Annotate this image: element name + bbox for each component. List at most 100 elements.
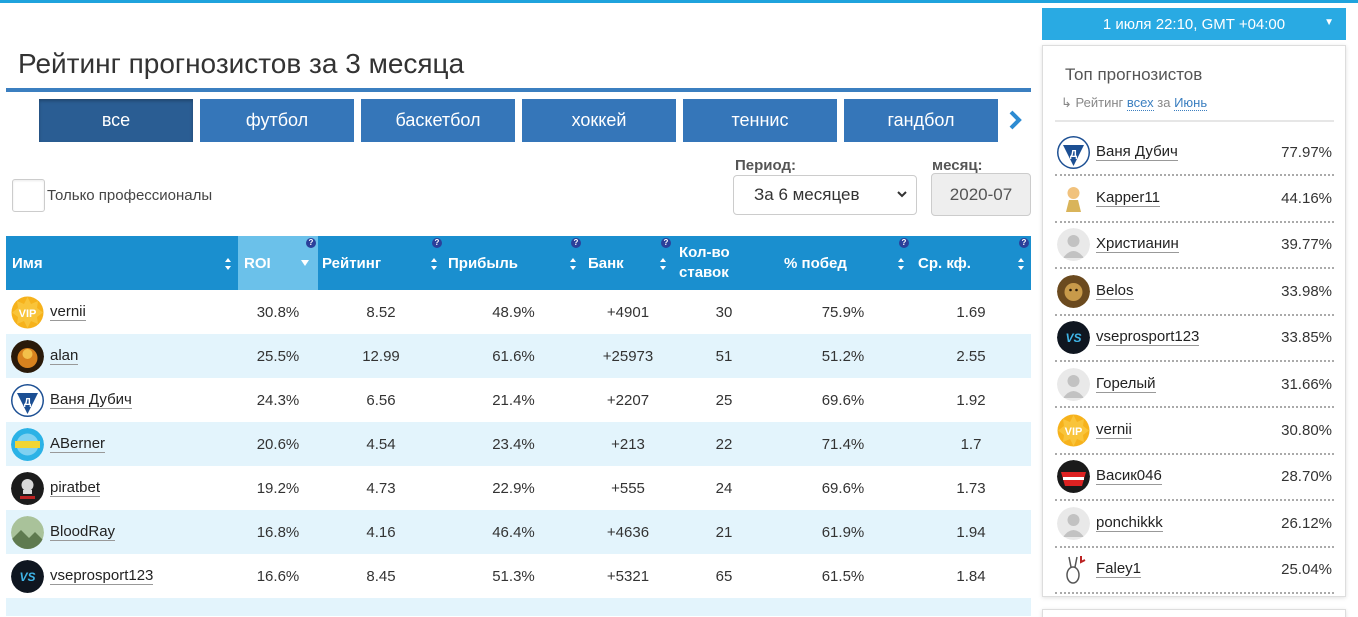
- profit-cell: 21.4%: [492, 391, 535, 409]
- top-forecaster-pct: 77.97%: [1281, 143, 1332, 161]
- month-link[interactable]: Июнь: [1174, 95, 1208, 111]
- forecaster-link[interactable]: BloodRay: [50, 523, 116, 541]
- name-cell: BloodRay: [6, 510, 238, 554]
- tab-basketball[interactable]: баскетбол: [361, 99, 515, 142]
- rating-cell: 4.54: [366, 435, 396, 453]
- return-arrow-icon: ↳: [1061, 95, 1072, 110]
- col-name[interactable]: Имя: [6, 236, 238, 290]
- tab-tennis[interactable]: теннис: [683, 99, 837, 142]
- bets-cell: 22: [715, 435, 733, 453]
- top-forecaster-pct: 30.80%: [1281, 422, 1332, 440]
- coef-cell: 1.69: [956, 303, 986, 321]
- vs-logo-icon: VS: [11, 559, 44, 593]
- bets-cell: 65: [715, 567, 733, 585]
- table-row-partial: [6, 598, 1031, 616]
- spartak-logo-icon: [1057, 460, 1090, 494]
- period-select[interactable]: За 6 месяцев: [733, 175, 917, 215]
- col-coef[interactable]: Ср. кф. ?: [911, 236, 1031, 290]
- col-roi[interactable]: ROI ?: [238, 236, 318, 290]
- main-content: Рейтинг прогнозистов за 3 месяца все фут…: [0, 0, 1035, 617]
- forecaster-link[interactable]: ABerner: [50, 435, 106, 453]
- all-link[interactable]: всех: [1126, 95, 1154, 111]
- rating-subtitle: ↳ Рейтинг всех за Июнь: [1061, 95, 1208, 111]
- col-rating[interactable]: Рейтинг ?: [318, 236, 444, 290]
- help-icon[interactable]: ?: [432, 238, 442, 248]
- svg-text:VIP: VIP: [1065, 426, 1083, 438]
- vip-icon: VIP: [11, 296, 44, 329]
- top-forecaster-link[interactable]: vseprosport123: [1096, 329, 1200, 347]
- tab-hockey[interactable]: хоккей: [522, 99, 676, 142]
- profit-cell: 22.9%: [492, 479, 535, 497]
- rating-cell: 8.45: [366, 567, 396, 585]
- col-win[interactable]: % побед ?: [775, 236, 911, 290]
- profit-cell: 61.6%: [492, 347, 535, 365]
- sort-desc-icon: [301, 260, 309, 266]
- top-forecaster-link[interactable]: Ваня Дубич: [1096, 143, 1178, 161]
- top-forecaster-link[interactable]: Belos: [1096, 282, 1134, 300]
- bets-cell: 51: [715, 347, 733, 365]
- top-forecaster-pct: 33.85%: [1281, 329, 1332, 347]
- col-win-label: % побед: [784, 254, 847, 272]
- help-icon[interactable]: ?: [899, 238, 909, 248]
- sort-icon: [1018, 258, 1024, 270]
- top-forecaster-link[interactable]: vernii: [1096, 422, 1132, 440]
- top-forecaster-pct: 31.66%: [1281, 375, 1332, 393]
- help-icon[interactable]: ?: [661, 238, 671, 248]
- forecaster-link[interactable]: Ваня Дубич: [50, 391, 132, 409]
- top-forecaster-item: Belos 33.98%: [1055, 269, 1334, 316]
- rating-cell: 12.99: [362, 347, 400, 365]
- rating-cell: 4.73: [366, 479, 396, 497]
- date-selector[interactable]: 1 июля 22:10, GMT +04:00 ▼: [1042, 8, 1346, 40]
- top-forecaster-item: VS vseprosport123 33.85%: [1055, 316, 1334, 362]
- roi-cell: 24.3%: [256, 391, 300, 409]
- top-forecaster-link[interactable]: ponchikkk: [1096, 514, 1163, 532]
- chevron-right-icon[interactable]: [1007, 106, 1027, 136]
- top-forecaster-link[interactable]: Faley1: [1096, 561, 1142, 579]
- lion-avatar-icon: [1057, 274, 1090, 308]
- tab-handball[interactable]: гандбол: [844, 99, 998, 142]
- help-icon[interactable]: ?: [306, 238, 316, 248]
- forecaster-link[interactable]: piratbet: [50, 479, 101, 497]
- top-forecaster-link[interactable]: Христианин: [1096, 236, 1179, 254]
- rating-cell: 4.16: [366, 523, 396, 541]
- tab-football[interactable]: футбол: [200, 99, 354, 142]
- top-forecaster-pct: 44.16%: [1281, 190, 1332, 208]
- chevron-down-icon: [897, 191, 907, 198]
- col-bank[interactable]: Банк ?: [583, 236, 673, 290]
- top-list: Д Ваня Дубич 77.97% Kapper11 44.16% Христиани…: [1055, 130, 1334, 594]
- win-cell: 71.4%: [821, 435, 865, 453]
- top-forecaster-link[interactable]: Kapper11: [1096, 190, 1160, 208]
- pro-only-label: Только профессионалы: [47, 187, 213, 204]
- rating-cell: 6.56: [366, 391, 396, 409]
- coef-cell: 1.73: [956, 479, 986, 497]
- svg-text:Д: Д: [24, 397, 31, 408]
- win-cell: 69.6%: [821, 391, 865, 409]
- bank-cell: +5321: [606, 567, 650, 585]
- period-label: Период:: [735, 157, 796, 174]
- pro-only-checkbox[interactable]: [12, 179, 45, 212]
- forecaster-link[interactable]: vseprosport123: [50, 567, 154, 585]
- tab-all[interactable]: все: [39, 99, 193, 142]
- help-icon[interactable]: ?: [571, 238, 581, 248]
- top-forecaster-link[interactable]: Васик046: [1096, 468, 1162, 486]
- bank-cell: +4901: [606, 303, 650, 321]
- coef-cell: 1.84: [956, 567, 986, 585]
- top-forecaster-item: Kapper11 44.16%: [1055, 176, 1334, 223]
- month-field[interactable]: 2020-07: [931, 173, 1031, 216]
- fire-avatar-icon: [11, 339, 44, 373]
- win-cell: 75.9%: [821, 303, 865, 321]
- top-forecaster-pct: 39.77%: [1281, 236, 1332, 254]
- table-body: VIP vernii 30.8% 8.52 48.9% +4901 30 75.9% 1.69 a…: [6, 290, 1031, 616]
- sport-tabs: все футбол баскетбол хоккей теннис гандб…: [39, 99, 998, 142]
- col-rating-label: Рейтинг: [322, 254, 382, 272]
- help-icon[interactable]: ?: [1019, 238, 1029, 248]
- top-forecaster-link[interactable]: Горелый: [1096, 375, 1156, 393]
- col-profit[interactable]: Прибыль ?: [444, 236, 583, 290]
- default-user-icon: [1057, 228, 1090, 262]
- col-profit-label: Прибыль: [448, 254, 518, 272]
- forecaster-link[interactable]: vernii: [50, 303, 86, 321]
- forecaster-link[interactable]: alan: [50, 347, 79, 365]
- roi-cell: 30.8%: [256, 303, 300, 321]
- page-title: Рейтинг прогнозистов за 3 месяца: [18, 48, 465, 79]
- col-bets[interactable]: Кол-во ставок: [673, 236, 775, 290]
